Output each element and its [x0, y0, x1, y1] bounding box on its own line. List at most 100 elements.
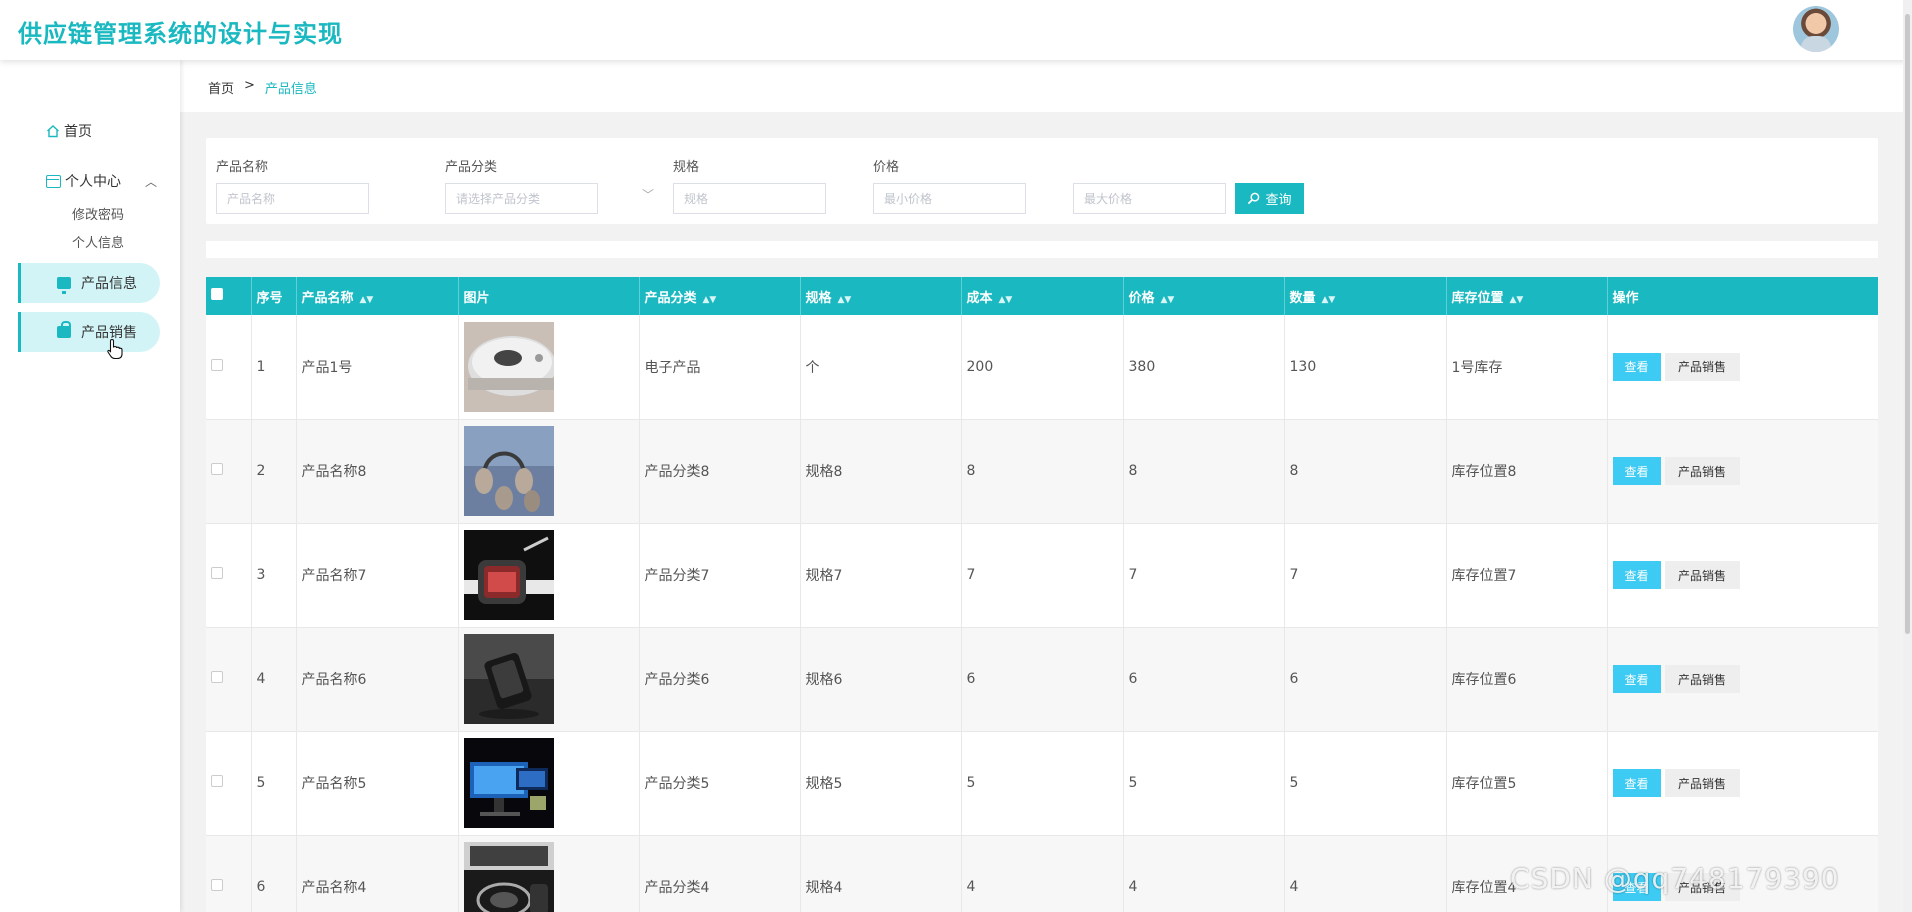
row-checkbox[interactable]	[211, 463, 223, 475]
row-select-cell[interactable]	[206, 523, 252, 628]
category-cell: 电子产品	[639, 315, 801, 420]
max-price-input[interactable]	[1073, 183, 1226, 214]
sort-icon[interactable]: ▲▼	[703, 295, 717, 305]
sidebar: 首页 个人中心 ︿ 修改密码 个人信息 产品信息 产品销售	[0, 60, 180, 912]
category-cell: 产品分类8	[639, 419, 801, 524]
min-price-input[interactable]	[873, 183, 1026, 214]
product-name-cell: 产品名称6	[296, 627, 459, 732]
search-panel: 产品名称 产品分类 ﹀ 规格 价格 查询	[206, 138, 1878, 224]
table-row: 1 产品1号 电子产品个 200 380 130 1号库存 查看 产品销售	[206, 315, 1878, 420]
view-button[interactable]: 查看	[1612, 769, 1661, 797]
actions-cell: 查看 产品销售	[1607, 315, 1878, 420]
row-checkbox[interactable]	[211, 671, 223, 683]
view-button[interactable]: 查看	[1612, 665, 1661, 693]
column-header-sortable[interactable]: 产品分类 ▲▼	[639, 277, 801, 315]
top-header: 供应链管理系统的设计与实现	[0, 0, 1912, 60]
sidebar-item-label: 产品信息	[81, 276, 137, 292]
sidebar-item-home[interactable]: 首页	[46, 120, 92, 142]
product-sale-button[interactable]: 产品销售	[1664, 769, 1740, 797]
table-row: 2 产品名称8 产品分类8 规格8 8 8 8 库存位置8 查看 产品销售	[206, 419, 1878, 524]
breadcrumb-current: 产品信息	[264, 82, 317, 97]
index-cell: 3	[251, 523, 297, 628]
index-cell: 1	[251, 315, 297, 420]
cost-cell: 4	[961, 835, 1124, 912]
row-checkbox[interactable]	[211, 775, 223, 787]
product-image	[463, 426, 554, 516]
select-all-cell[interactable]	[206, 277, 252, 315]
column-header: 序号	[251, 277, 297, 315]
location-cell: 库存位置7	[1446, 523, 1608, 628]
sidebar-item-product-info[interactable]: 产品信息	[18, 263, 160, 303]
image-cell	[458, 315, 640, 420]
sort-icon[interactable]: ▲▼	[999, 295, 1013, 305]
category-cell: 产品分类7	[639, 523, 801, 628]
sidebar-item-personal-info[interactable]: 个人信息	[72, 232, 124, 251]
breadcrumb: 首页 > 产品信息	[208, 78, 317, 97]
row-select-cell[interactable]	[206, 419, 252, 524]
product-category-label: 产品分类	[445, 160, 498, 175]
row-checkbox[interactable]	[211, 879, 223, 891]
row-select-cell[interactable]	[206, 627, 252, 732]
location-cell: 库存位置6	[1446, 627, 1608, 732]
spec-cell: 规格5	[800, 731, 962, 836]
spec-cell: 规格4	[800, 835, 962, 912]
monitor-icon	[57, 277, 71, 294]
sidebar-item-change-password[interactable]: 修改密码	[72, 204, 124, 223]
sidebar-item-personal-center[interactable]: 个人中心 ︿	[46, 170, 157, 192]
product-name-cell: 产品名称8	[296, 419, 459, 524]
product-name-cell: 产品名称4	[296, 835, 459, 912]
product-sale-button[interactable]: 产品销售	[1664, 352, 1740, 381]
cost-cell: 200	[961, 315, 1124, 420]
sort-icon[interactable]: ▲▼	[360, 295, 374, 305]
actions-cell: 查看 产品销售	[1607, 419, 1878, 524]
scrollbar-thumb[interactable]	[1905, 14, 1910, 634]
hand-cursor-icon	[107, 338, 123, 360]
product-sale-button[interactable]: 产品销售	[1664, 665, 1740, 693]
table-row: 3 产品名称7 产品分类7 规格7 7 7 7 库存位置7 查看 产品销售	[206, 523, 1878, 628]
column-header-sortable[interactable]: 数量 ▲▼	[1284, 277, 1447, 315]
column-header-sortable[interactable]: 产品名称 ▲▼	[296, 277, 459, 315]
row-checkbox[interactable]	[211, 567, 223, 579]
search-button[interactable]: 查询	[1235, 183, 1304, 214]
product-name-input[interactable]	[216, 183, 369, 214]
spec-cell: 个	[800, 315, 962, 420]
column-header-sortable[interactable]: 价格 ▲▼	[1123, 277, 1285, 315]
product-sale-button[interactable]: 产品销售	[1664, 561, 1740, 589]
sidebar-item-label: 个人中心	[65, 174, 121, 190]
home-icon	[47, 125, 59, 138]
row-select-cell[interactable]	[206, 731, 252, 836]
view-button[interactable]: 查看	[1612, 457, 1661, 485]
price-cell: 6	[1123, 627, 1285, 732]
select-all-checkbox[interactable]	[211, 288, 223, 300]
row-select-cell[interactable]	[206, 835, 252, 912]
column-header-sortable[interactable]: 成本 ▲▼	[961, 277, 1124, 315]
sidebar-item-product-sales[interactable]: 产品销售	[18, 312, 160, 352]
product-table: 序号 产品名称 ▲▼ 图片 产品分类 ▲▼ 规格 ▲▼ 成本 ▲▼ 价格 ▲▼ 数量 ▲▼ …	[206, 277, 1878, 912]
sort-icon[interactable]: ▲▼	[1322, 295, 1336, 305]
cost-cell: 7	[961, 523, 1124, 628]
column-header-sortable[interactable]: 规格 ▲▼	[800, 277, 962, 315]
image-cell	[458, 627, 640, 732]
location-cell: 库存位置5	[1446, 731, 1608, 836]
spec-cell: 规格7	[800, 523, 962, 628]
view-button[interactable]: 查看	[1612, 561, 1661, 589]
sort-icon[interactable]: ▲▼	[1510, 295, 1524, 305]
product-sale-button[interactable]: 产品销售	[1664, 457, 1740, 485]
column-header-sortable[interactable]: 库存位置 ▲▼	[1446, 277, 1608, 315]
product-image	[463, 738, 554, 828]
spec-label: 规格	[673, 160, 700, 175]
row-select-cell[interactable]	[206, 315, 252, 420]
quantity-cell: 4	[1284, 835, 1447, 912]
chevron-up-icon: ︿	[145, 174, 158, 189]
sort-icon[interactable]: ▲▼	[838, 295, 852, 305]
sort-icon[interactable]: ▲▼	[1161, 295, 1175, 305]
actions-cell: 查看 产品销售	[1607, 627, 1878, 732]
product-category-select[interactable]	[445, 183, 598, 214]
category-cell: 产品分类5	[639, 731, 801, 836]
view-button[interactable]: 查看	[1612, 352, 1661, 381]
row-checkbox[interactable]	[211, 358, 223, 371]
product-name-label: 产品名称	[216, 160, 269, 175]
breadcrumb-home[interactable]: 首页	[208, 78, 234, 97]
user-avatar[interactable]	[1793, 6, 1839, 52]
spec-input[interactable]	[673, 183, 826, 214]
